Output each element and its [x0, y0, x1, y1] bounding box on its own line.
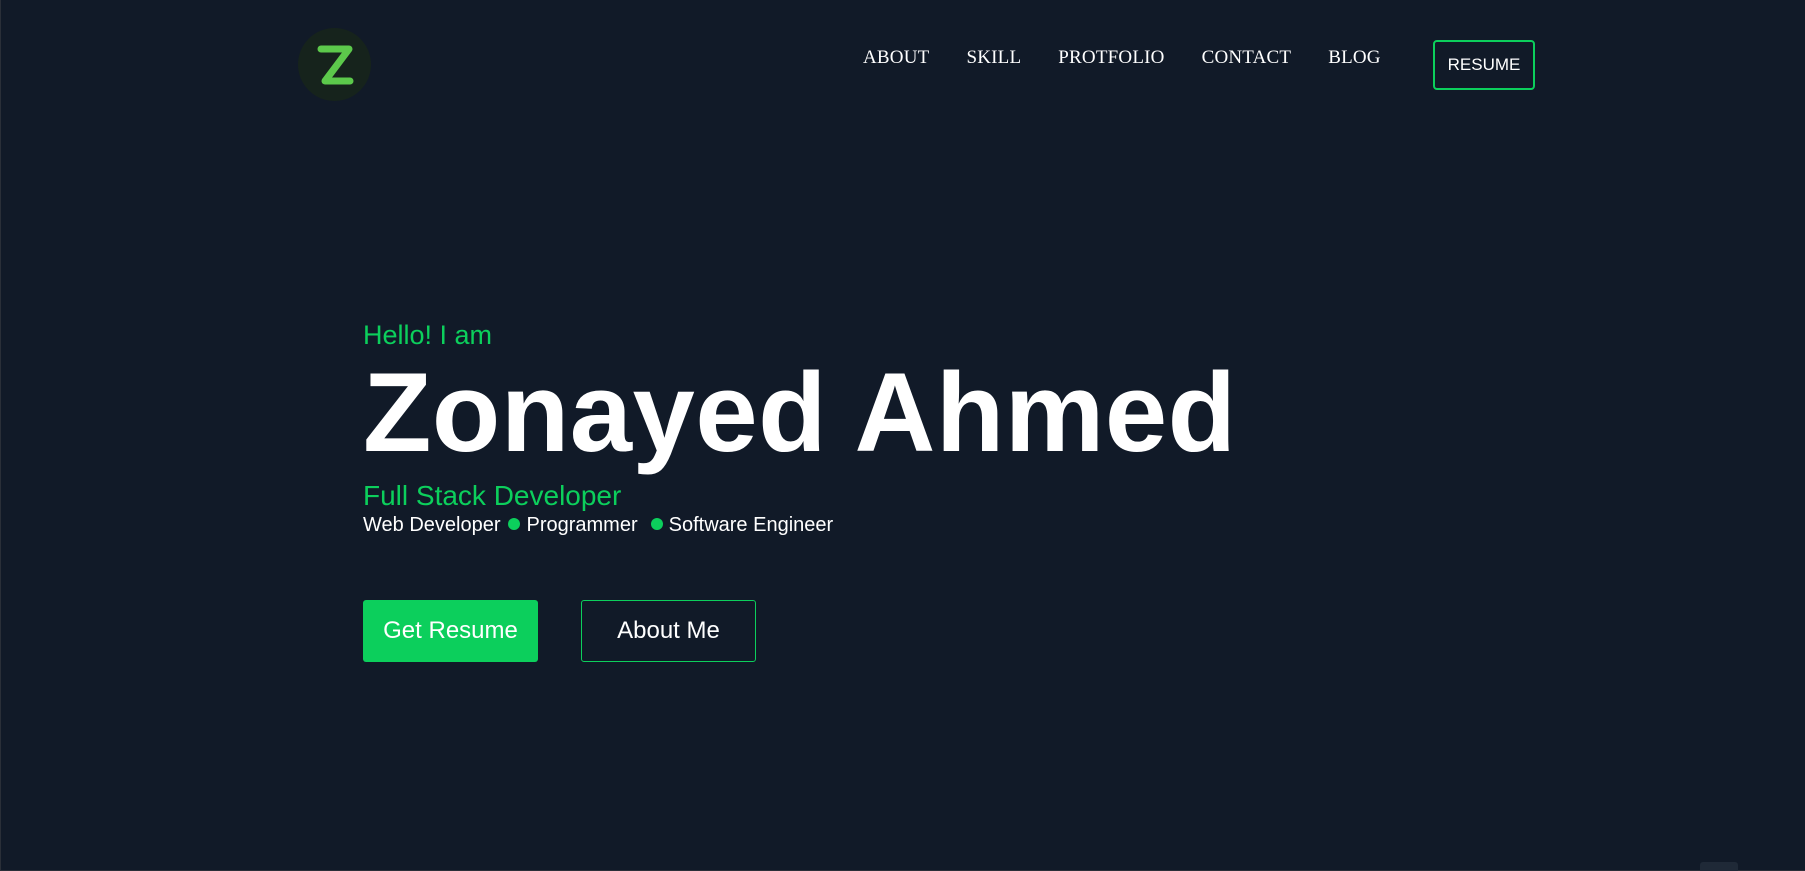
nav-about[interactable]: ABOUT [863, 47, 929, 69]
logo-letter-icon [317, 45, 353, 84]
get-resume-button[interactable]: Get Resume [363, 600, 538, 662]
bullet-dot-icon [650, 518, 663, 530]
logo[interactable] [298, 28, 371, 101]
tag-software-engineer: Software Engineer [668, 514, 834, 536]
tag-web-developer: Web Developer [363, 514, 501, 536]
page: ABOUT SKILL PROTFOLIO CONTACT BLOG RESUM… [0, 0, 1805, 871]
hero-greeting: Hello! I am [363, 320, 493, 350]
hero-role: Full Stack Developer [363, 480, 622, 511]
hero-tags: Web Developer Programmer Software Engine… [363, 512, 1237, 538]
hero-name: Zonayed Ahmed [363, 350, 1237, 475]
hero-section: Hello! I am Zonayed Ahmed Full Stack Dev… [363, 318, 1237, 538]
scroll-top-button[interactable] [1700, 862, 1738, 871]
nav-contact[interactable]: CONTACT [1202, 47, 1292, 69]
nav-blog[interactable]: BLOG [1328, 47, 1381, 69]
tag-programmer: Programmer [526, 514, 638, 536]
resume-button[interactable]: RESUME [1433, 40, 1535, 90]
about-me-button[interactable]: About Me [581, 600, 756, 662]
main-nav: ABOUT SKILL PROTFOLIO CONTACT BLOG [863, 47, 1418, 69]
nav-skill[interactable]: SKILL [966, 47, 1021, 69]
nav-portfolio[interactable]: PROTFOLIO [1058, 47, 1164, 69]
bullet-dot-icon [508, 518, 521, 530]
